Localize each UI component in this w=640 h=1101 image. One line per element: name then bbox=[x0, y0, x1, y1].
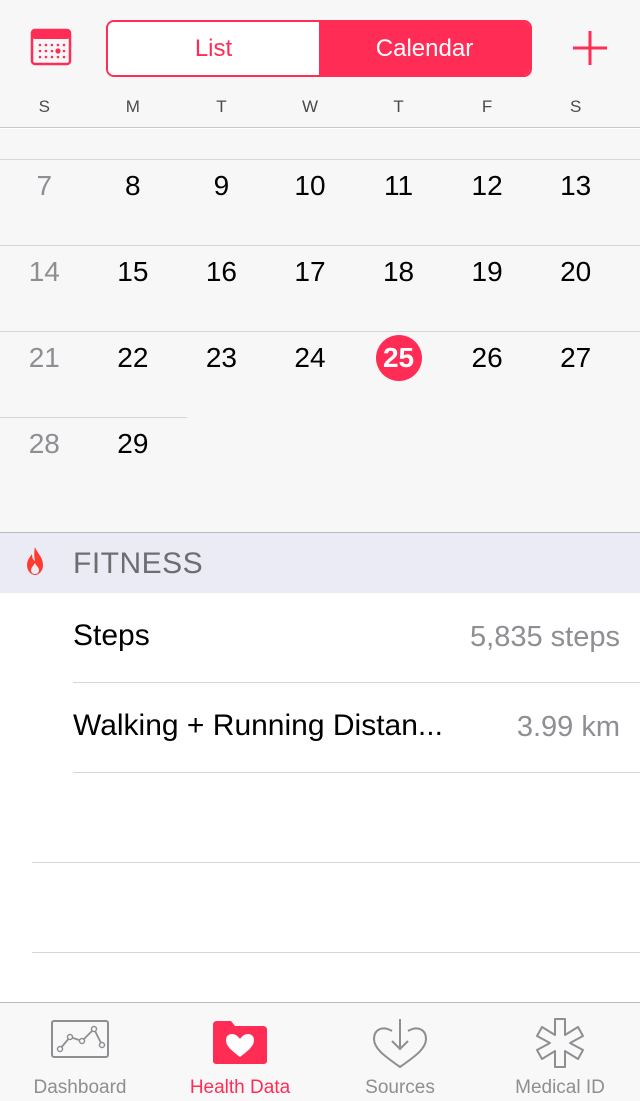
section-title: FITNESS bbox=[73, 547, 204, 580]
calendar-day[interactable]: 28 bbox=[0, 401, 89, 487]
weekday-label: T bbox=[393, 97, 404, 116]
calendar-day[interactable]: 18 bbox=[354, 229, 443, 315]
view-segmented-control: List Calendar bbox=[106, 20, 532, 77]
calendar-day[interactable]: 22 bbox=[89, 315, 178, 401]
calendar-day[interactable]: 9 bbox=[177, 143, 266, 229]
list-item-label: Steps bbox=[73, 619, 150, 652]
calendar-day[interactable]: 15 bbox=[89, 229, 178, 315]
calendar-day[interactable]: 17 bbox=[266, 229, 355, 315]
calendar-grid: 7 8 9 10 11 12 13 14 15 16 17 18 19 20 2… bbox=[0, 129, 640, 533]
weekday-label: F bbox=[481, 97, 493, 116]
tab-medical-id[interactable]: Medical ID bbox=[480, 1003, 640, 1101]
today-marker: 25 bbox=[375, 335, 422, 381]
calendar-week-row: 28 29 bbox=[0, 401, 640, 487]
calendar-today-icon[interactable] bbox=[30, 26, 72, 68]
list-separator bbox=[32, 862, 640, 863]
calendar-day[interactable]: 21 bbox=[0, 315, 89, 401]
list-item-value: 5,835 steps bbox=[470, 621, 620, 653]
calendar-day[interactable]: 14 bbox=[0, 229, 89, 315]
weekday-label: S bbox=[38, 97, 50, 116]
list-separator bbox=[73, 772, 640, 773]
flame-icon bbox=[27, 547, 43, 575]
calendar-day[interactable]: 26 bbox=[443, 315, 532, 401]
calendar-day[interactable]: 8 bbox=[89, 143, 178, 229]
calendar-day[interactable]: 29 bbox=[89, 401, 178, 487]
weekday-label: M bbox=[125, 97, 140, 116]
sources-icon bbox=[372, 1019, 428, 1069]
list-item-value: 3.99 km bbox=[516, 711, 620, 743]
calendar-day[interactable]: 11 bbox=[354, 143, 443, 229]
calendar-day[interactable]: 7 bbox=[0, 143, 89, 229]
add-icon[interactable] bbox=[570, 28, 610, 68]
weekday-label: W bbox=[301, 97, 318, 116]
calendar-week-row: 14 15 16 17 18 19 20 bbox=[0, 229, 640, 315]
dashboard-icon bbox=[51, 1020, 109, 1058]
calendar-day[interactable]: 19 bbox=[443, 229, 532, 315]
calendar-day[interactable]: 20 bbox=[531, 229, 620, 315]
medical-id-icon bbox=[536, 1018, 584, 1068]
calendar-day[interactable]: 13 bbox=[531, 143, 620, 229]
list-item-walking-running-distance[interactable]: Walking + Running Distan... 3.99 km bbox=[73, 683, 640, 773]
section-header-fitness: FITNESS bbox=[0, 533, 640, 593]
list-item-steps[interactable]: Steps 5,835 steps bbox=[73, 593, 640, 683]
tab-label: Dashboard bbox=[33, 1077, 127, 1098]
calendar-day[interactable]: 27 bbox=[531, 315, 620, 401]
tab-dashboard[interactable]: Dashboard bbox=[0, 1003, 160, 1101]
calendar-day[interactable]: 16 bbox=[177, 229, 266, 315]
calendar-week-row: 21 22 23 24 25 26 27 bbox=[0, 315, 640, 401]
tab-label: Sources bbox=[365, 1077, 435, 1098]
segment-calendar[interactable]: Calendar bbox=[319, 22, 530, 75]
calendar-day[interactable]: 12 bbox=[443, 143, 532, 229]
weekday-label: S bbox=[569, 97, 582, 116]
tab-health-data[interactable]: Health Data bbox=[160, 1003, 320, 1101]
tab-sources[interactable]: Sources bbox=[320, 1003, 480, 1101]
header: List Calendar S M T W T F S bbox=[0, 0, 640, 128]
health-data-icon bbox=[213, 1021, 267, 1064]
calendar-week-row: 7 8 9 10 11 12 13 bbox=[0, 143, 640, 229]
weekday-label: T bbox=[216, 97, 227, 116]
calendar-day-today[interactable]: 25 bbox=[354, 315, 443, 401]
list-item-label: Walking + Running Distan... bbox=[73, 709, 443, 742]
tab-label: Medical ID bbox=[515, 1077, 605, 1098]
tab-label: Health Data bbox=[189, 1077, 291, 1098]
calendar-day[interactable]: 24 bbox=[266, 315, 355, 401]
tab-bar: Dashboard Health Data Sources Medical ID bbox=[0, 1002, 640, 1101]
calendar-day[interactable]: 23 bbox=[177, 315, 266, 401]
list-separator bbox=[32, 952, 640, 953]
segment-list[interactable]: List bbox=[108, 22, 319, 75]
calendar-day[interactable]: 10 bbox=[266, 143, 355, 229]
weekday-header: S M T W T F S bbox=[0, 97, 640, 123]
